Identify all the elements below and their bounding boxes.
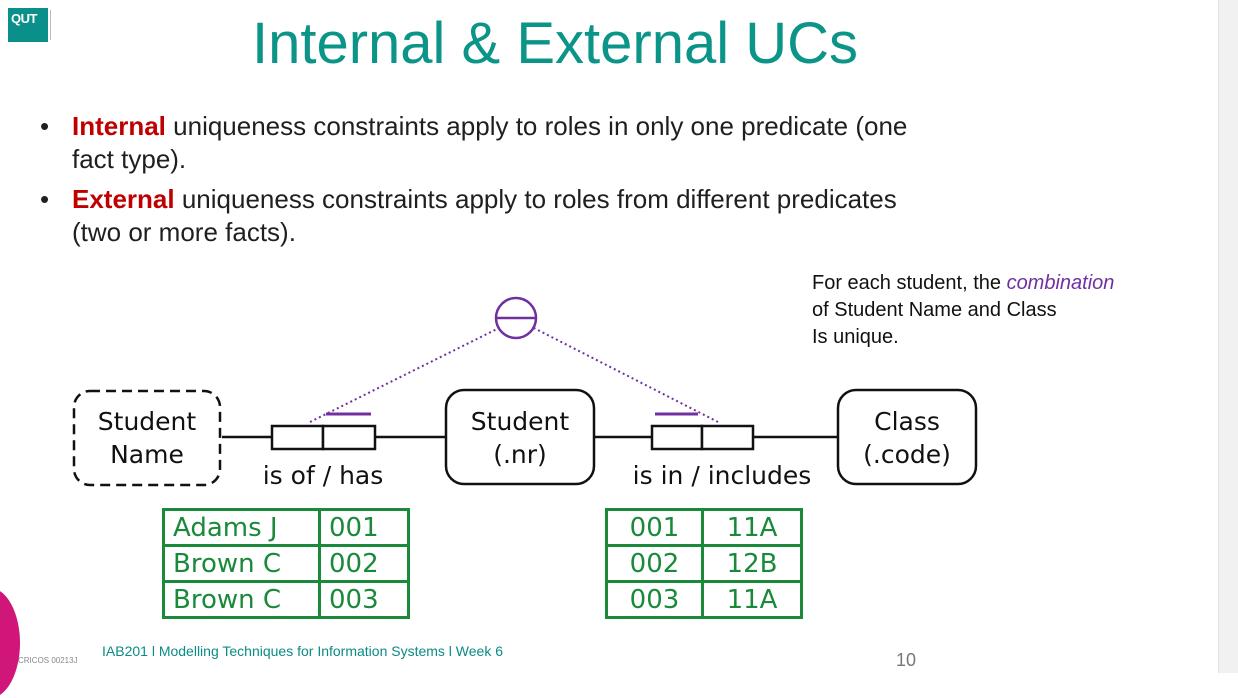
table-cell: 003 [318,580,410,619]
table-cell: 002 [318,544,410,583]
entity-student-name [72,389,222,487]
table-row: 003 11A [605,580,803,619]
entity-label: Class [874,407,940,436]
table-cell: 12B [701,544,803,583]
table-cell: 11A [701,580,803,619]
table-cell: Adams J [162,508,321,547]
entity-class [836,388,978,486]
table-cell: 11A [701,508,803,547]
fact1-population-table: Adams J 001 Brown C 002 Brown C 003 [162,508,410,619]
fact-reading: is of / has [263,461,384,490]
page-number: 10 [896,650,917,670]
table-row: 002 12B [605,544,803,583]
table-cell: Brown C [162,544,321,583]
footer-course: IAB201 l Modelling Techniques for Inform… [102,643,504,659]
table-cell: 001 [318,508,410,547]
role-box [321,424,377,451]
entity-student [444,388,596,486]
table-cell: 001 [605,508,704,547]
role-box [700,424,755,451]
table-row: Brown C 003 [162,580,410,619]
entity-label: Student [471,407,570,436]
table-cell: Brown C [162,580,321,619]
entity-label: Student [98,407,197,436]
fact-reading: is in / includes [633,461,812,490]
entity-label: (.nr) [493,440,547,469]
entity-label: Name [110,440,184,469]
table-row: Adams J 001 [162,508,410,547]
table-cell: 002 [605,544,704,583]
slide: QUT Internal & External UCs • Internal un… [0,0,1218,698]
role-box [270,424,325,451]
vertical-scrollbar[interactable] [1218,0,1238,673]
entity-label: (.code) [863,440,951,469]
table-row: 001 11A [605,508,803,547]
table-row: Brown C 002 [162,544,410,583]
table-cell: 003 [605,580,704,619]
role-box [650,424,704,451]
fact2-population-table: 001 11A 002 12B 003 11A [605,508,803,619]
cricos-code: CRICOS 00213J [18,656,78,665]
